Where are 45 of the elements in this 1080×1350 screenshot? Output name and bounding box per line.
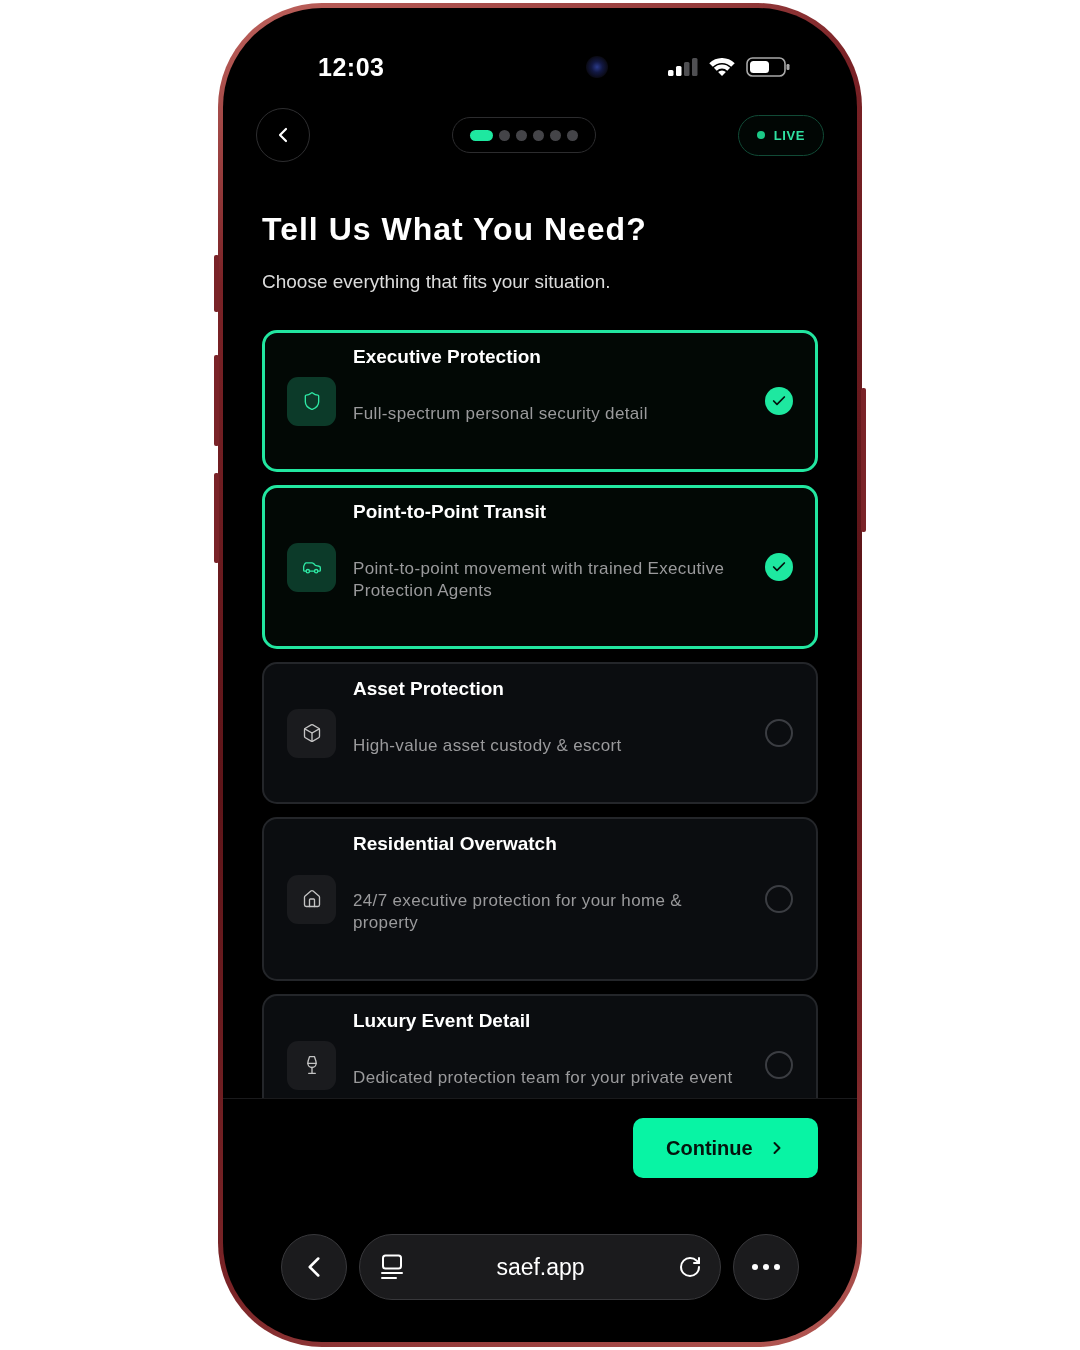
battery-icon [746, 57, 790, 77]
option-description: 24/7 executive protection for your home & property [353, 890, 684, 934]
checkbox[interactable] [765, 553, 793, 581]
option-description: Full-spectrum personal security detail [353, 403, 649, 425]
status-dot-icon [756, 131, 765, 139]
house-icon [287, 874, 336, 924]
page-title: Tell Us What You Need? [262, 210, 648, 249]
back-button[interactable] [256, 108, 310, 162]
checkbox[interactable] [765, 1051, 793, 1079]
continue-button[interactable]: Continue [633, 1118, 818, 1178]
ellipsis-icon [752, 1264, 780, 1270]
url-text: saef.app [495, 1253, 586, 1281]
checkbox[interactable] [765, 719, 793, 747]
option-description: Point-to-point movement with trained Executive Protection Agents [353, 558, 726, 602]
cube-icon [287, 708, 336, 758]
option-title: Asset Protection [353, 677, 505, 701]
option-description: Dedicated protection team for your private event [353, 1067, 734, 1089]
service-option-card[interactable]: Luxury Event Detail Dedicated protection team for your private event [262, 994, 818, 1098]
page-subtitle: Choose everything that fits your situation. [262, 270, 612, 294]
service-option-card[interactable]: Executive Protection Full-spectrum personal security detail [262, 330, 818, 472]
phone-side-button[interactable] [861, 388, 866, 532]
phone-side-button[interactable] [214, 255, 219, 312]
option-description: High-value asset custody & escort [353, 735, 623, 757]
camera-lens-icon [586, 56, 608, 78]
option-title: Luxury Event Detail [353, 1009, 532, 1033]
car-icon [287, 542, 336, 592]
option-title: Executive Protection [353, 345, 542, 369]
checkbox[interactable] [765, 885, 793, 913]
service-option-card[interactable]: Point-to-Point Transit Point-to-point movement with trained Executive Protection Agents [262, 485, 818, 649]
checkbox[interactable] [765, 387, 793, 415]
live-label: LIVE [773, 127, 805, 143]
option-title: Point-to-Point Transit [353, 500, 548, 524]
address-bar[interactable]: saef.app [359, 1234, 721, 1300]
service-option-card[interactable]: Residential Overwatch 24/7 executive protection for your home & property [262, 817, 818, 981]
service-option-card[interactable]: Asset Protection High-value asset custody & escort [262, 662, 818, 804]
tabs-icon[interactable] [381, 1254, 403, 1280]
phone-side-button[interactable] [214, 473, 219, 563]
wifi-icon [708, 57, 736, 77]
reload-icon[interactable] [678, 1255, 702, 1279]
signal-icon [668, 58, 698, 76]
option-title: Residential Overwatch [353, 832, 558, 856]
wine-glass-icon [287, 1040, 336, 1090]
phone-side-button[interactable] [214, 355, 219, 446]
shield-icon [287, 376, 336, 426]
status-time: 12:03 [318, 52, 385, 82]
